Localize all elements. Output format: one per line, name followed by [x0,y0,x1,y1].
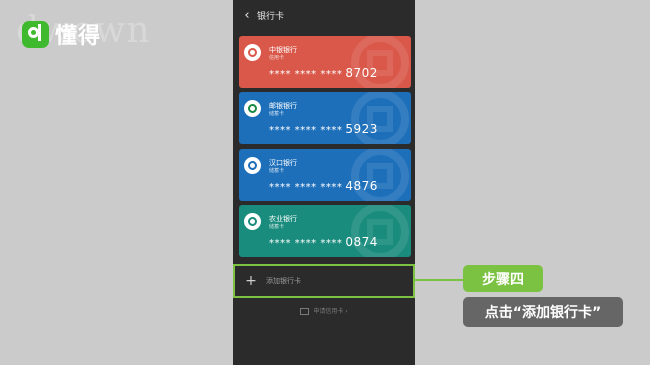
brand-name: 懂得 [55,24,102,49]
bank-card-1[interactable]: 中银银行 信用卡 **** **** **** 8702 [239,36,411,88]
apply-credit-card-link[interactable]: 申请信用卡 › [233,306,415,315]
step-instruction: 点击“添加银行卡” [463,297,623,327]
bank-logo-icon [244,100,261,117]
phone-screen: ‹ 银行卡 中银银行 信用卡 **** **** **** 8702 邮银银行 储… [233,0,415,365]
top-bar: ‹ 银行卡 [233,0,415,30]
plus-icon: + [245,273,257,289]
bank-card-3[interactable]: 汉口银行 储蓄卡 **** **** **** 4876 [239,149,411,201]
bank-card-4[interactable]: 农业银行 储蓄卡 **** **** **** 0874 [239,205,411,257]
bank-logo-icon [244,44,261,61]
card-type: 储蓄卡 [269,168,285,174]
add-bank-card-button[interactable]: + 添加银行卡 [233,264,415,298]
card-type: 信用卡 [269,55,285,61]
card-type: 储蓄卡 [269,224,285,230]
card-number: **** **** **** 4876 [269,179,378,193]
back-arrow-icon[interactable]: ‹ [237,8,257,23]
brand-logo: 懂得 [22,18,101,50]
card-number: **** **** **** 8702 [269,66,378,80]
logo-icon [22,20,49,48]
card-number: **** **** **** 0874 [269,235,378,249]
page-title: 银行卡 [257,11,285,22]
step-badge: 步骤四 [463,265,543,292]
bank-card-2[interactable]: 邮银银行 储蓄卡 **** **** **** 5923 [239,92,411,144]
card-type: 储蓄卡 [269,111,285,117]
apply-credit-card-label: 申请信用卡 › [313,308,348,315]
credit-card-icon [300,308,310,315]
bank-logo-icon [244,213,261,230]
callout-connector [415,279,464,281]
card-number: **** **** **** 5923 [269,122,378,136]
bank-logo-icon [244,157,261,174]
add-bank-card-label: 添加银行卡 [266,277,301,285]
